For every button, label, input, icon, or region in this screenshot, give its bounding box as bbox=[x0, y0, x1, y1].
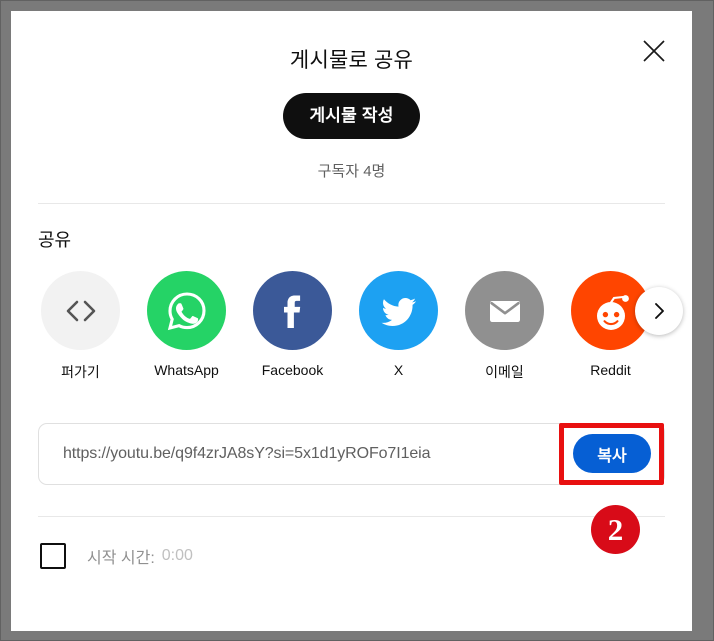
share-target-embed-circle bbox=[41, 271, 120, 350]
create-post-button[interactable]: 게시물 작성 bbox=[283, 93, 420, 139]
start-time-row: 시작 시간: 0:00 bbox=[40, 543, 692, 569]
close-x-icon bbox=[643, 40, 665, 62]
share-target-email-circle bbox=[465, 271, 544, 350]
share-link-input[interactable]: https://youtu.be/q9f4zrJA8sY?si=5x1d1yRO… bbox=[38, 423, 665, 485]
share-target-x[interactable]: X bbox=[359, 271, 438, 378]
start-time-label: 시작 시간: bbox=[87, 550, 155, 567]
share-target-whatsapp-circle bbox=[147, 271, 226, 350]
chevron-right-icon bbox=[655, 303, 664, 319]
share-link-row: https://youtu.be/q9f4zrJA8sY?si=5x1d1yRO… bbox=[38, 423, 665, 485]
share-targets-row: 퍼가기 WhatsApp Facebook X 이메일 Reddit bbox=[11, 271, 692, 382]
share-target-facebook-circle bbox=[253, 271, 332, 350]
share-target-label: 퍼가기 bbox=[61, 364, 100, 380]
share-link-value: https://youtu.be/q9f4zrJA8sY?si=5x1d1yRO… bbox=[63, 445, 431, 462]
share-target-whatsapp[interactable]: WhatsApp bbox=[147, 271, 226, 378]
divider-top bbox=[38, 203, 665, 204]
share-target-label: Facebook bbox=[261, 362, 324, 378]
share-section-label: 공유 bbox=[38, 230, 72, 250]
share-target-label: Reddit bbox=[590, 362, 631, 378]
share-target-x-circle bbox=[359, 271, 438, 350]
embed-code-icon bbox=[66, 300, 95, 321]
start-time-checkbox[interactable] bbox=[40, 543, 66, 569]
divider-bottom bbox=[38, 516, 665, 517]
share-target-label: 이메일 bbox=[485, 364, 524, 380]
whatsapp-icon bbox=[167, 291, 206, 330]
email-icon bbox=[489, 300, 520, 322]
dialog-title: 게시물로 공유 bbox=[289, 49, 414, 72]
close-button[interactable] bbox=[634, 31, 674, 71]
share-targets-carousel: 퍼가기 WhatsApp Facebook X 이메일 Reddit bbox=[11, 271, 692, 393]
share-target-label: X bbox=[393, 362, 404, 378]
copy-link-button[interactable]: 복사 bbox=[573, 434, 651, 473]
share-target-reddit[interactable]: Reddit bbox=[571, 271, 650, 378]
subscriber-count: 구독자 4명 bbox=[317, 163, 386, 180]
dialog-header: 게시물로 공유 bbox=[11, 11, 692, 91]
annotation-step-badge: 2 bbox=[591, 505, 640, 554]
window-frame: 게시물로 공유 게시물 작성 구독자 4명 공유 퍼가기 WhatsApp Fa… bbox=[0, 0, 714, 641]
reddit-icon bbox=[596, 294, 629, 330]
share-carousel-next-button[interactable] bbox=[635, 287, 683, 335]
create-post-section: 게시물 작성 bbox=[11, 93, 692, 139]
share-target-embed[interactable]: 퍼가기 bbox=[41, 271, 120, 382]
share-target-email[interactable]: 이메일 bbox=[465, 271, 544, 382]
twitter-bird-icon bbox=[381, 297, 416, 326]
share-target-facebook[interactable]: Facebook bbox=[253, 271, 332, 378]
share-target-label: WhatsApp bbox=[154, 362, 219, 378]
start-time-value: 0:00 bbox=[161, 547, 193, 564]
share-dialog: 게시물로 공유 게시물 작성 구독자 4명 공유 퍼가기 WhatsApp Fa… bbox=[11, 11, 692, 631]
facebook-icon bbox=[283, 295, 300, 328]
